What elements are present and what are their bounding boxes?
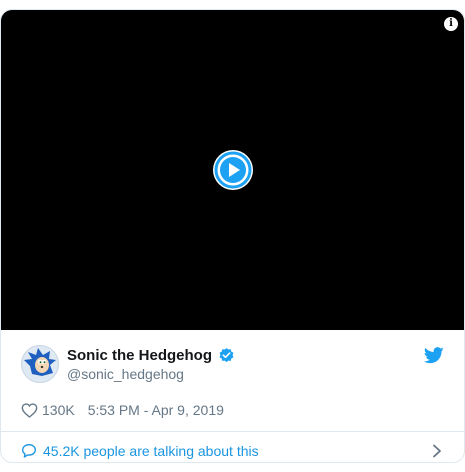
conversation-link[interactable]: 45.2K people are talking about this <box>1 432 464 462</box>
conversation-text[interactable]: 45.2K people are talking about this <box>43 443 259 459</box>
tweet-card[interactable]: i Sonic the Hedgehog @sonic_hedgehog 130… <box>0 9 465 463</box>
author-name[interactable]: Sonic the Hedgehog <box>67 347 212 364</box>
avatar[interactable] <box>21 345 59 383</box>
play-icon <box>214 151 252 189</box>
play-button[interactable] <box>213 150 253 190</box>
author-handle[interactable]: @sonic_hedgehog <box>67 366 184 382</box>
verified-badge-icon <box>218 347 235 364</box>
comment-bubble-icon <box>21 443 37 459</box>
author-name-row[interactable]: Sonic the Hedgehog <box>67 347 235 364</box>
tweet-author: Sonic the Hedgehog @sonic_hedgehog <box>1 330 464 392</box>
heart-icon[interactable] <box>21 402 38 418</box>
twitter-bird-icon[interactable] <box>423 347 444 369</box>
video-player[interactable]: i <box>1 10 464 330</box>
like-count[interactable]: 130K <box>42 402 75 418</box>
tweet-meta: 130K 5:53 PM - Apr 9, 2019 <box>1 392 464 428</box>
chevron-right-icon[interactable] <box>432 444 442 461</box>
info-icon[interactable]: i <box>444 17 458 31</box>
tweet-timestamp[interactable]: 5:53 PM - Apr 9, 2019 <box>88 402 224 418</box>
